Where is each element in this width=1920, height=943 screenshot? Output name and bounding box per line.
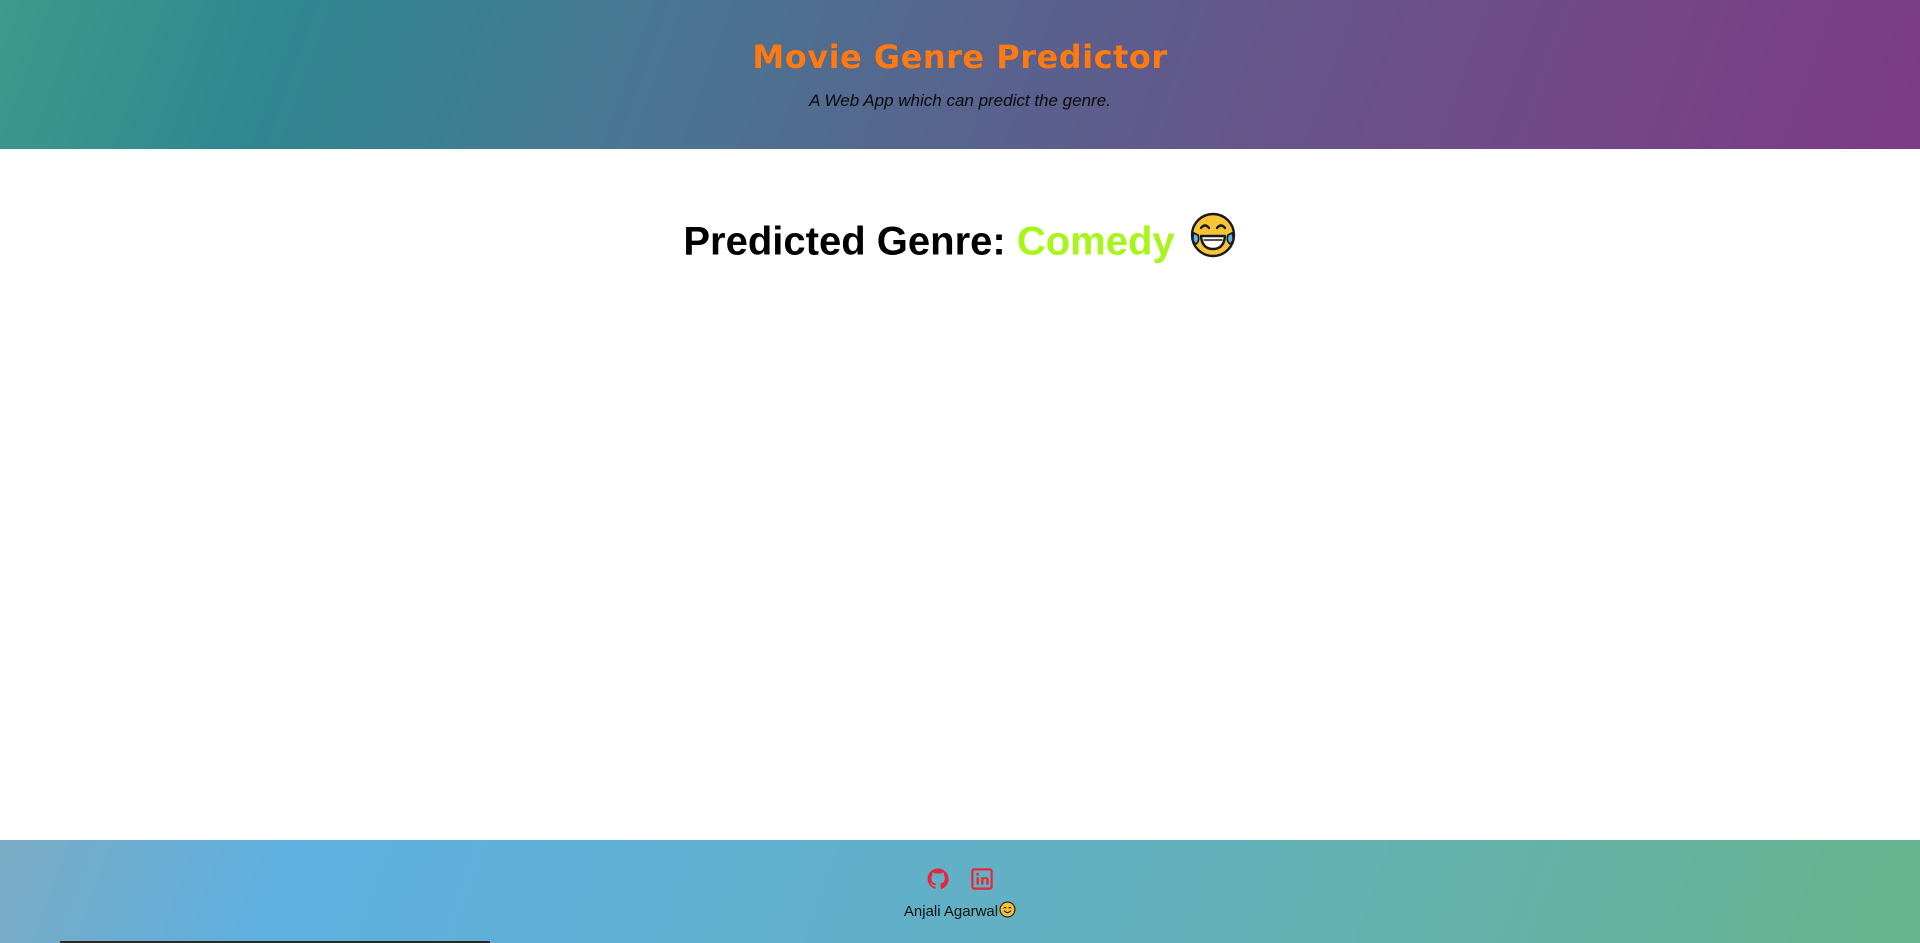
author-credit: Anjali Agarwal xyxy=(0,901,1920,922)
header: Movie Genre Predictor A Web App which ca… xyxy=(0,0,1920,149)
laughing-tears-emoji-icon xyxy=(1189,211,1237,269)
github-icon xyxy=(927,868,949,894)
app-title: Movie Genre Predictor xyxy=(752,38,1168,76)
page: Movie Genre Predictor A Web App which ca… xyxy=(0,0,1920,943)
main-content: Predicted Genre: Comedy xyxy=(0,149,1920,840)
github-link[interactable] xyxy=(927,868,949,894)
linkedin-link[interactable] xyxy=(971,868,993,894)
prediction-result: Predicted Genre: Comedy xyxy=(0,212,1920,273)
footer: Anjali Agarwal xyxy=(0,840,1920,943)
author-name: Anjali Agarwal xyxy=(903,903,999,920)
predicted-genre: Comedy xyxy=(1016,219,1175,264)
social-links xyxy=(0,868,1920,894)
prediction-label: Predicted Genre: xyxy=(683,219,1017,264)
app-subtitle: A Web App which can predict the genre. xyxy=(809,91,1111,110)
smiling-hearts-emoji-icon xyxy=(999,901,1016,922)
linkedin-icon xyxy=(971,868,993,894)
